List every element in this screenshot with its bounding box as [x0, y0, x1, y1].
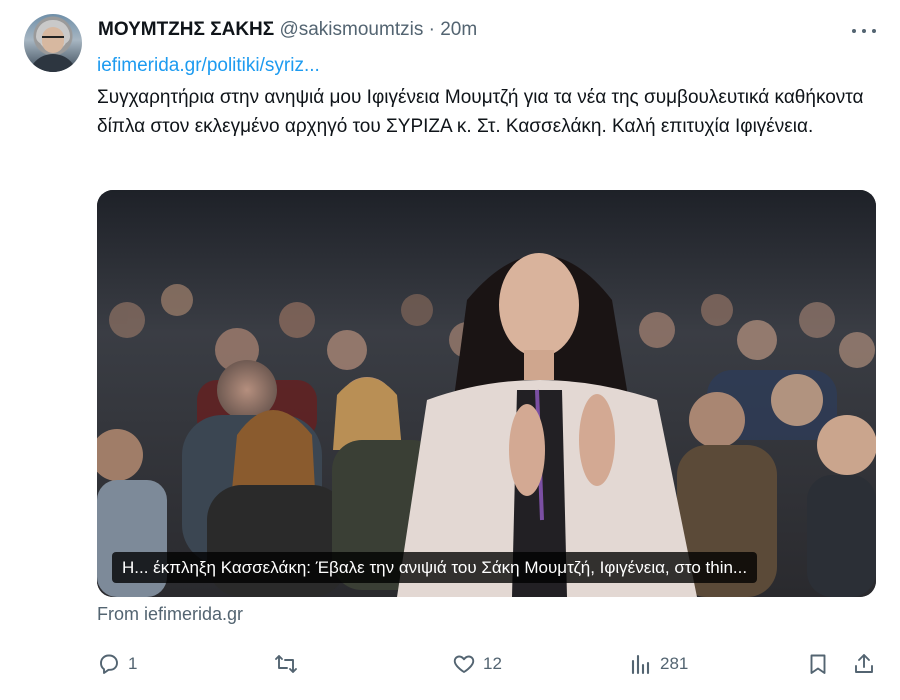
more-button[interactable]: [850, 16, 878, 44]
retweet-button[interactable]: [274, 650, 305, 678]
tweet[interactable]: ΜΟΥΜΤΖΗΣ ΣΑΚΗΣ @sakismoumtzis · 20m iefi…: [0, 0, 900, 700]
tweet-header: ΜΟΥΜΤΖΗΣ ΣΑΚΗΣ @sakismoumtzis · 20m: [98, 18, 477, 42]
card-source[interactable]: From iefimerida.gr: [97, 604, 243, 625]
views-button[interactable]: 281: [629, 650, 688, 678]
reply-icon: [100, 654, 118, 674]
card-image: [97, 190, 876, 597]
avatar-glasses: [42, 36, 64, 42]
bookmark-icon: [810, 654, 826, 674]
more-icon: [852, 29, 856, 33]
avatar-shoulders: [28, 54, 78, 72]
views-count: 281: [660, 654, 689, 673]
link-card[interactable]: Η... έκπληξη Κασσελάκη: Έβαλε την ανιψιά…: [97, 190, 876, 597]
reply-count: 1: [128, 654, 138, 673]
like-icon: [453, 655, 475, 673]
tweet-link[interactable]: iefimerida.gr/politiki/syriz...: [97, 55, 320, 77]
author-name[interactable]: ΜΟΥΜΤΖΗΣ ΣΑΚΗΣ: [98, 19, 274, 40]
author-handle[interactable]: @sakismoumtzis: [279, 19, 423, 40]
like-button[interactable]: 12: [452, 650, 502, 678]
more-icon-dot: [872, 29, 876, 33]
views-icon: [631, 654, 650, 675]
reply-button[interactable]: 1: [97, 650, 137, 678]
action-bar: 1 12 281: [97, 650, 879, 678]
more-icon-dot: [862, 29, 866, 33]
card-caption[interactable]: Η... έκπληξη Κασσελάκη: Έβαλε την ανιψιά…: [112, 552, 758, 583]
avatar[interactable]: [24, 14, 82, 72]
share-icon: [855, 654, 873, 673]
bookmark-button[interactable]: [806, 650, 830, 678]
like-count: 12: [483, 654, 502, 673]
tweet-text: Συγχαρητήρια στην ανηψιά μου Ιφιγένεια Μ…: [97, 87, 864, 137]
tweet-time[interactable]: 20m: [440, 19, 477, 40]
retweet-icon: [275, 655, 297, 673]
separator-dot: ·: [428, 19, 435, 40]
share-button[interactable]: [852, 650, 876, 678]
